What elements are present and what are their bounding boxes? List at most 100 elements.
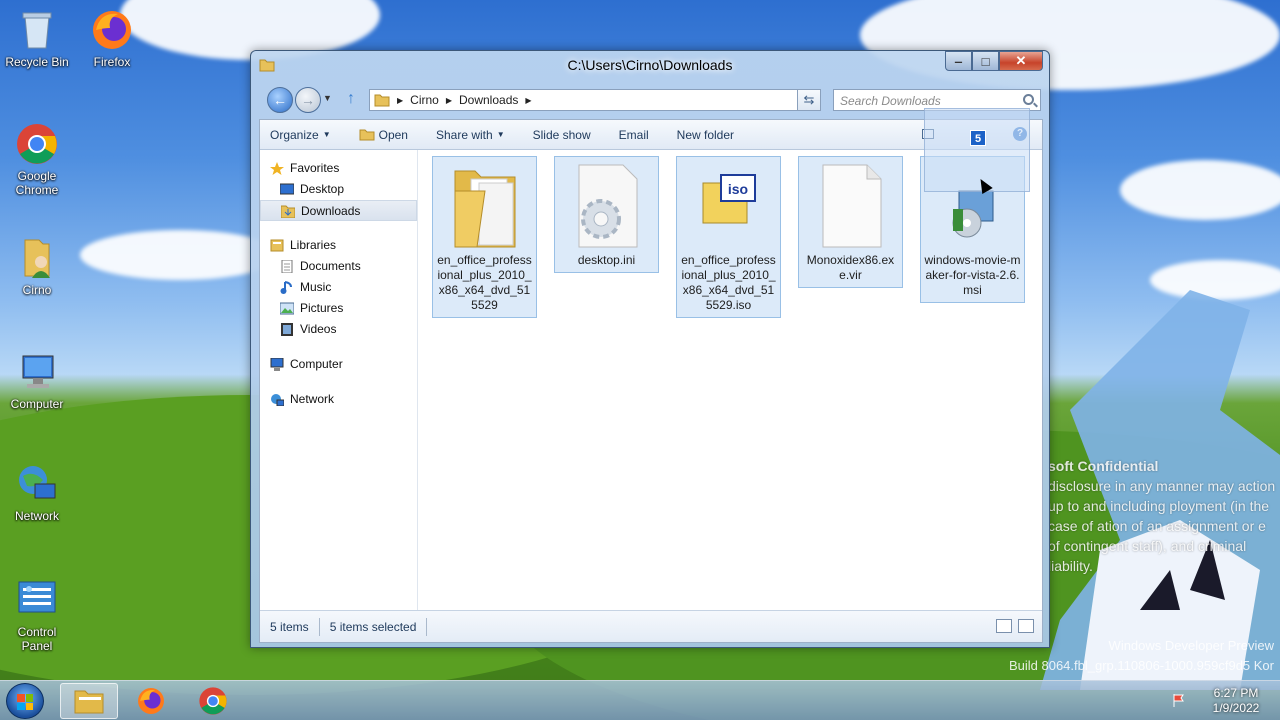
desktop-icon-firefox[interactable]: Firefox xyxy=(76,8,148,69)
nav-label: Favorites xyxy=(290,161,340,175)
large-icons-view-icon[interactable] xyxy=(1018,619,1034,633)
chevron-down-icon: ▼ xyxy=(322,130,331,139)
desktop-icon-label: Network xyxy=(14,509,59,523)
downloads-folder-icon xyxy=(281,205,295,218)
navigation-pane: Favorites Desktop Downloads Libraries Do… xyxy=(260,150,418,610)
chevron-down-icon: ▼ xyxy=(496,130,505,139)
desktop-icon-cirno[interactable]: Cirno xyxy=(1,236,73,297)
drag-count-badge: 5 xyxy=(970,130,986,146)
folder-icon xyxy=(374,94,390,107)
address-bar[interactable]: ▶ Cirno ▶ Downloads ▶ ▼ xyxy=(369,89,819,111)
nav-libraries[interactable]: Libraries xyxy=(260,235,417,256)
open-label: Open xyxy=(378,127,408,142)
item-count: 5 items xyxy=(260,617,320,636)
breadcrumb-separator-icon[interactable]: ▶ xyxy=(525,96,531,105)
nav-favorites[interactable]: Favorites xyxy=(260,158,417,179)
desktop-icon-chrome[interactable]: Google Chrome xyxy=(1,122,73,197)
back-button[interactable]: ← xyxy=(267,87,293,113)
action-center-flag-icon[interactable] xyxy=(1172,693,1186,707)
file-item-monoxidex86[interactable]: Monoxidex86.exe.vir xyxy=(798,156,903,288)
breadcrumb-separator-icon[interactable]: ▶ xyxy=(397,96,403,105)
star-icon xyxy=(270,162,284,175)
breadcrumb-separator-icon[interactable]: ▶ xyxy=(446,96,452,105)
nav-desktop[interactable]: Desktop xyxy=(260,179,417,200)
control-panel-icon xyxy=(15,578,59,622)
details-view-icon[interactable] xyxy=(996,619,1012,633)
nav-label: Libraries xyxy=(290,238,337,252)
nav-label: Videos xyxy=(300,322,337,336)
libraries-icon xyxy=(270,239,284,252)
documents-icon xyxy=(281,260,293,273)
nav-music[interactable]: Music xyxy=(260,277,417,298)
nav-computer[interactable]: Computer xyxy=(260,354,417,375)
maximize-icon: □ xyxy=(981,53,990,69)
recycle-bin-icon xyxy=(15,8,59,52)
taskbar-explorer-button[interactable] xyxy=(60,683,118,719)
forward-button[interactable]: → xyxy=(295,87,321,113)
up-button[interactable]: ↑ xyxy=(347,90,355,108)
desktop-icon xyxy=(280,183,294,195)
explorer-icon xyxy=(74,690,104,714)
network-icon xyxy=(271,394,284,406)
desktop-icon-control-panel[interactable]: Control Panel xyxy=(1,578,73,653)
maximize-button[interactable]: □ xyxy=(972,51,999,71)
nav-label: Documents xyxy=(300,259,361,273)
breadcrumb-downloads[interactable]: Downloads xyxy=(459,93,518,107)
start-button[interactable] xyxy=(6,683,44,719)
desktop-icon-label: Computer xyxy=(10,397,64,411)
email-button[interactable]: Email xyxy=(619,128,649,142)
forward-arrow-icon: → xyxy=(301,92,315,108)
nav-downloads[interactable]: Downloads xyxy=(260,200,417,221)
nav-label: Network xyxy=(290,392,335,406)
system-clock[interactable]: 6:27 PM 1/9/2022 xyxy=(1196,686,1276,716)
explorer-content: Organize ▼ Open Share with ▼ Slide show Em… xyxy=(259,119,1043,643)
breadcrumb-cirno[interactable]: Cirno xyxy=(410,93,439,107)
new-folder-label: New folder xyxy=(676,127,735,142)
back-arrow-icon: ← xyxy=(273,92,287,108)
file-name: windows-movie-maker-for-vista-2.6.msi xyxy=(924,253,1021,297)
nav-videos[interactable]: Videos xyxy=(260,319,417,340)
file-item-office-folder[interactable]: en_office_professional_plus_2010_x86_x64… xyxy=(432,156,537,318)
nav-network[interactable]: Network xyxy=(260,389,417,410)
recent-locations-button[interactable]: ▼ xyxy=(323,93,332,103)
chrome-icon xyxy=(199,687,227,715)
share-with-button[interactable]: Share with ▼ xyxy=(436,128,505,142)
firefox-icon xyxy=(90,8,134,52)
computer-icon xyxy=(15,350,59,394)
blank-file-icon xyxy=(815,161,887,251)
network-icon xyxy=(15,462,59,506)
file-list: en_office_professional_plus_2010_x86_x64… xyxy=(432,156,1032,596)
close-button[interactable]: ✕ xyxy=(999,51,1043,71)
share-with-label: Share with xyxy=(435,127,493,142)
taskbar: 6:27 PM 1/9/2022 xyxy=(0,680,1280,720)
organize-button[interactable]: Organize ▼ xyxy=(270,128,331,142)
open-button[interactable]: Open xyxy=(359,128,408,142)
nav-label: Downloads xyxy=(301,204,361,218)
organize-label: Organize xyxy=(270,127,319,142)
refresh-icon: ⇆ xyxy=(803,92,815,107)
title-bar[interactable]: C:\Users\Cirno\Downloads ‒ □ ✕ xyxy=(251,51,1049,81)
desktop-icon-label: Firefox xyxy=(93,55,131,69)
selected-count: 5 items selected xyxy=(320,617,428,636)
minimize-button[interactable]: ‒ xyxy=(945,51,972,71)
close-icon: ✕ xyxy=(1015,53,1027,68)
folder-open-icon xyxy=(359,129,375,141)
refresh-button[interactable]: ⇆ xyxy=(797,89,821,111)
desktop-icon-label: Cirno xyxy=(22,283,52,297)
file-item-desktop-ini[interactable]: desktop.ini xyxy=(554,156,659,273)
taskbar-chrome-button[interactable] xyxy=(184,683,242,719)
firefox-icon xyxy=(138,688,164,714)
desktop-icon-network[interactable]: Network xyxy=(1,462,73,523)
new-folder-button[interactable]: New folder xyxy=(677,128,734,142)
email-label: Email xyxy=(618,127,649,142)
desktop-icon-recycle-bin[interactable]: Recycle Bin xyxy=(1,8,73,69)
file-item-office-iso[interactable]: iso en_office_professional_plus_2010_x86… xyxy=(676,156,781,318)
nav-documents[interactable]: Documents xyxy=(260,256,417,277)
view-toggle xyxy=(996,619,1034,633)
desktop-icon-computer[interactable]: Computer xyxy=(1,350,73,411)
watermark-body: disclosure in any manner may action up t… xyxy=(1048,478,1276,574)
iso-file-icon: iso xyxy=(693,161,765,251)
taskbar-firefox-button[interactable] xyxy=(122,683,180,719)
nav-pictures[interactable]: Pictures xyxy=(260,298,417,319)
slide-show-button[interactable]: Slide show xyxy=(533,128,591,142)
